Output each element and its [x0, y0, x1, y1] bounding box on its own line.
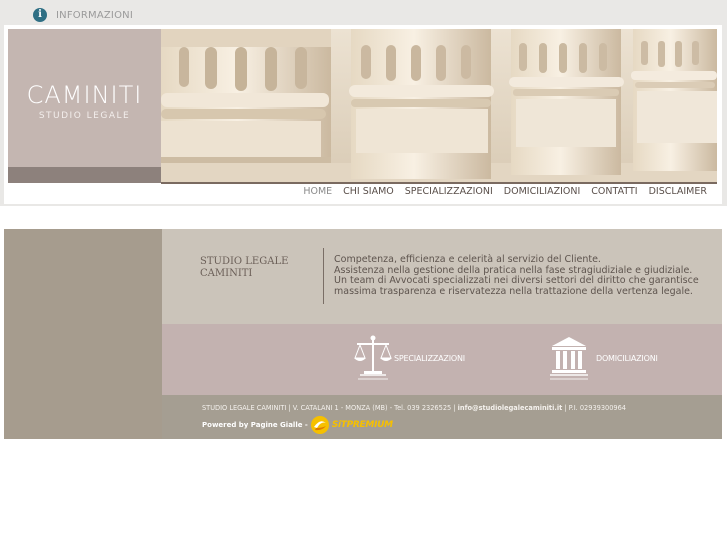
powered-by: Powered by Pagine Gialle - SiTPREMIUM [202, 415, 393, 435]
info-bar[interactable]: i INFORMAZIONI [33, 7, 133, 23]
powered-by-text: Powered by Pagine Gialle - [202, 421, 308, 429]
intro-title-line2: CAMINITI [200, 268, 253, 279]
sid-premium-label[interactable]: SiTPREMIUM [332, 420, 393, 430]
logo-subtitle: STUDIO LEGALE [38, 111, 131, 121]
left-column [4, 229, 162, 439]
specializzazioni-link[interactable]: SPECIALIZZAZIONI [352, 334, 465, 382]
header: CAMINITI STUDIO LEGALE HOME CHI SIAMO SP… [4, 25, 722, 204]
links-band: SPECIALIZZAZIONI DOMICILIAZIONI [162, 324, 722, 395]
domiciliazioni-label[interactable]: DOMICILIAZIONI [596, 354, 658, 363]
intro-title-line1: STUDIO LEGALE [200, 256, 289, 267]
logo[interactable]: CAMINITI STUDIO LEGALE [8, 29, 161, 183]
footer-email-link[interactable]: info@studiolegalecaminiti.it [458, 404, 563, 412]
intro-line: Un team di Avvocati specializzati nei di… [334, 275, 699, 286]
hero-underline [161, 182, 717, 184]
main-nav: HOME CHI SIAMO SPECIALIZZAZIONI DOMICILI… [292, 186, 707, 197]
footer-vat: | P.I. 02939300964 [562, 404, 627, 412]
intro-text: Competenza, efficienza e celerità al ser… [334, 254, 704, 297]
footer-address: STUDIO LEGALE CAMINITI | V. CATALANI 1 -… [202, 404, 626, 412]
scales-icon [354, 335, 392, 380]
nav-contatti[interactable]: CONTATTI [591, 186, 637, 197]
nav-domiciliazioni[interactable]: DOMICILIAZIONI [504, 186, 581, 197]
info-label[interactable]: INFORMAZIONI [56, 10, 133, 21]
intro-title: STUDIO LEGALE CAMINITI [200, 256, 288, 280]
sid-swirl-icon [310, 416, 329, 434]
info-icon[interactable]: i [33, 8, 47, 22]
domiciliazioni-link[interactable]: DOMICILIAZIONI [548, 334, 658, 382]
main-content: STUDIO LEGALE CAMINITI Competenza, effic… [4, 229, 722, 439]
courthouse-icon [550, 337, 588, 380]
nav-home[interactable]: HOME [303, 186, 332, 197]
logo-bottom-strip [8, 167, 161, 183]
nav-specializzazioni[interactable]: SPECIALIZZAZIONI [405, 186, 493, 197]
specializzazioni-label[interactable]: SPECIALIZZAZIONI [394, 354, 465, 363]
divider [323, 248, 324, 304]
footer-address-text: STUDIO LEGALE CAMINITI | V. CATALANI 1 -… [202, 404, 458, 412]
footer: STUDIO LEGALE CAMINITI | V. CATALANI 1 -… [162, 395, 722, 439]
intro-line: Competenza, efficienza e celerità al ser… [334, 254, 601, 265]
hero-columns-image [161, 29, 717, 183]
logo-name: CAMINITI [26, 81, 143, 109]
sid-premium-badge[interactable]: SiTPREMIUM [310, 415, 393, 435]
nav-chi-siamo[interactable]: CHI SIAMO [343, 186, 394, 197]
intro-line: massima trasparenza e riservatezza nella… [334, 285, 693, 297]
nav-disclaimer[interactable]: DISCLAIMER [649, 186, 707, 197]
